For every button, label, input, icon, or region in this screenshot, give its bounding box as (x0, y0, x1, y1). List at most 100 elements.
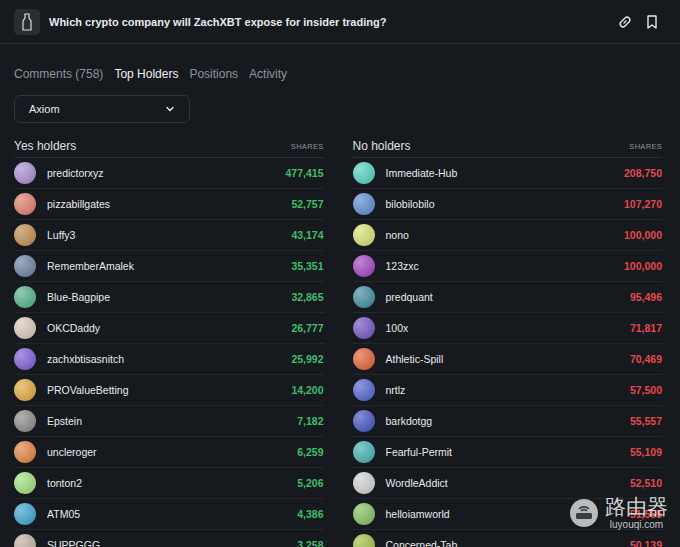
holder-shares: 4,386 (297, 508, 323, 520)
holder-name[interactable]: Fearful-Permit (386, 446, 619, 458)
avatar-icon (14, 379, 36, 401)
holder-name[interactable]: Blue-Bagpipe (47, 291, 280, 303)
holder-shares: 35,351 (291, 260, 323, 272)
holder-name[interactable]: SUPPGGG (47, 539, 286, 547)
holder-row[interactable]: Immediate-Hub 208,750 (353, 158, 663, 189)
outcome-dropdown[interactable]: Axiom (14, 95, 190, 123)
holder-row[interactable]: ATM05 4,386 (14, 499, 324, 530)
holder-name[interactable]: helloiamworld (386, 508, 619, 520)
holder-row[interactable]: helloiamworld 51,555 (353, 499, 663, 530)
holder-row[interactable]: barkdotgg 55,557 (353, 406, 663, 437)
holder-row[interactable]: predquant 95,496 (353, 282, 663, 313)
tab[interactable]: Top Holders (114, 65, 178, 83)
holder-name[interactable]: bilobilobilo (386, 198, 614, 210)
holder-name[interactable]: PROValueBetting (47, 384, 280, 396)
holder-name[interactable]: predictorxyz (47, 167, 275, 179)
holder-name[interactable]: 100x (386, 322, 619, 334)
avatar-icon (353, 286, 375, 308)
holder-name[interactable]: WordleAddict (386, 477, 619, 489)
holder-row[interactable]: bilobilobilo 107,270 (353, 189, 663, 220)
holder-name[interactable]: tonton2 (47, 477, 286, 489)
holder-name[interactable]: ATM05 (47, 508, 286, 520)
column-title: No holders (353, 139, 411, 153)
holder-row[interactable]: RememberAmalek 35,351 (14, 251, 324, 282)
holder-name[interactable]: barkdotgg (386, 415, 619, 427)
holders-column: No holders SHARES Immediate-Hub 208,750 … (353, 131, 663, 547)
holder-row[interactable]: PROValueBetting 14,200 (14, 375, 324, 406)
avatar-icon (14, 162, 36, 184)
avatar-icon (14, 224, 36, 246)
holder-name[interactable]: nrtlz (386, 384, 619, 396)
holder-shares: 14,200 (291, 384, 323, 396)
avatar-icon (14, 348, 36, 370)
tab[interactable]: Activity (249, 65, 287, 83)
holder-name[interactable]: zachxbtisasnitch (47, 353, 280, 365)
holder-row[interactable]: nrtlz 57,500 (353, 375, 663, 406)
tab-bar: Comments (758) Top Holders Positions Activi… (0, 44, 680, 83)
avatar-icon (353, 503, 375, 525)
holder-shares: 7,182 (297, 415, 323, 427)
holder-name[interactable]: Immediate-Hub (386, 167, 614, 179)
bookmark-icon[interactable] (646, 15, 658, 29)
holder-row[interactable]: tonton2 5,206 (14, 468, 324, 499)
tab[interactable]: Comments (758) (14, 65, 103, 83)
holders-column: Yes holders SHARES predictorxyz 477,415 … (14, 131, 324, 547)
avatar-icon (353, 255, 375, 277)
holder-name[interactable]: OKCDaddy (47, 322, 280, 334)
holder-row[interactable]: pizzabillgates 52,757 (14, 189, 324, 220)
holders-page: Which crypto company will ZachXBT expose… (0, 0, 680, 547)
holder-shares: 52,757 (291, 198, 323, 210)
holder-row[interactable]: uncleroger 6,259 (14, 437, 324, 468)
holder-name[interactable]: uncleroger (47, 446, 286, 458)
market-title: Which crypto company will ZachXBT expose… (49, 16, 609, 28)
holder-row[interactable]: SUPPGGG 3,258 (14, 530, 324, 547)
holder-shares: 477,415 (286, 167, 324, 179)
holder-name[interactable]: RememberAmalek (47, 260, 280, 272)
holder-row[interactable]: WordleAddict 52,510 (353, 468, 663, 499)
holder-shares: 50,139 (630, 539, 662, 547)
avatar-icon (353, 472, 375, 494)
holder-shares: 55,109 (630, 446, 662, 458)
holder-row[interactable]: OKCDaddy 26,777 (14, 313, 324, 344)
holder-shares: 71,817 (630, 322, 662, 334)
holder-name[interactable]: pizzabillgates (47, 198, 280, 210)
avatar-icon (353, 534, 375, 547)
market-header: Which crypto company will ZachXBT expose… (0, 0, 680, 44)
holder-name[interactable]: Athletic-Spill (386, 353, 619, 365)
avatar-icon (353, 410, 375, 432)
holder-name[interactable]: 123zxc (386, 260, 614, 272)
holder-shares: 57,500 (630, 384, 662, 396)
avatar-icon (14, 255, 36, 277)
holder-row[interactable]: Fearful-Permit 55,109 (353, 437, 663, 468)
shares-label: SHARES (291, 142, 324, 151)
avatar-icon (353, 162, 375, 184)
holder-shares: 70,469 (630, 353, 662, 365)
holder-row[interactable]: Epstein 7,182 (14, 406, 324, 437)
tab[interactable]: Positions (189, 65, 238, 83)
holder-row[interactable]: Blue-Bagpipe 32,865 (14, 282, 324, 313)
link-icon[interactable] (618, 15, 632, 29)
market-logo-icon (14, 9, 40, 35)
avatar-icon (14, 472, 36, 494)
holder-name[interactable]: nono (386, 229, 614, 241)
holder-name[interactable]: Luffy3 (47, 229, 280, 241)
holder-row[interactable]: Concerned-Tab 50,139 (353, 530, 663, 547)
avatar-icon (14, 317, 36, 339)
holder-row[interactable]: 123zxc 100,000 (353, 251, 663, 282)
avatar-icon (353, 441, 375, 463)
holder-row[interactable]: nono 100,000 (353, 220, 663, 251)
holder-row[interactable]: 100x 71,817 (353, 313, 663, 344)
avatar-icon (14, 441, 36, 463)
avatar-icon (353, 379, 375, 401)
column-header: No holders SHARES (353, 131, 663, 158)
holder-name[interactable]: Concerned-Tab (386, 539, 619, 547)
holder-shares: 100,000 (624, 260, 662, 272)
avatar-icon (353, 193, 375, 215)
avatar-icon (14, 193, 36, 215)
holder-row[interactable]: Athletic-Spill 70,469 (353, 344, 663, 375)
holder-row[interactable]: predictorxyz 477,415 (14, 158, 324, 189)
holder-name[interactable]: Epstein (47, 415, 286, 427)
holder-row[interactable]: Luffy3 43,174 (14, 220, 324, 251)
holder-name[interactable]: predquant (386, 291, 619, 303)
holder-row[interactable]: zachxbtisasnitch 25,992 (14, 344, 324, 375)
